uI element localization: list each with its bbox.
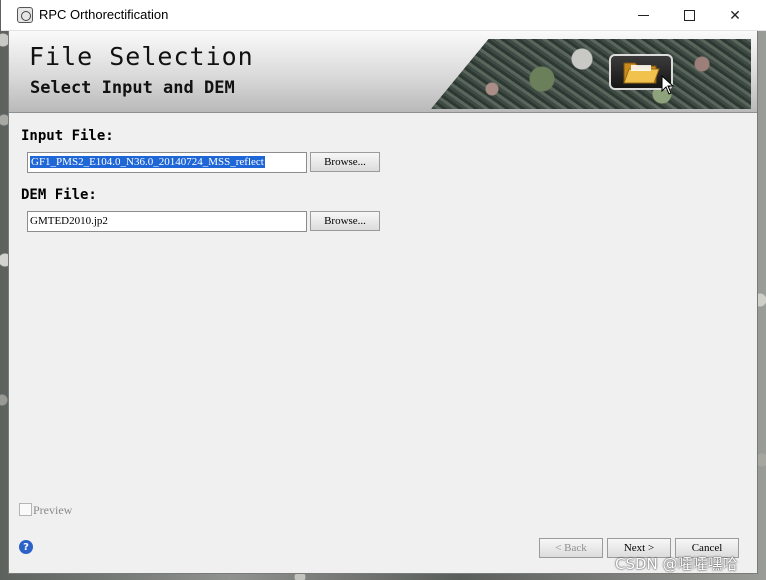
- dialog-window: RPC Orthorectification ✕ File Selection …: [1, 0, 766, 574]
- cursor-icon: [661, 75, 675, 95]
- close-icon: ✕: [729, 7, 741, 24]
- input-file-value: GF1_PMS2_E104.0_N36.0_20140724_MSS_refle…: [30, 156, 265, 168]
- dem-file-value: GMTED2010.jp2: [30, 215, 108, 227]
- minimize-button[interactable]: [620, 0, 666, 31]
- banner-title: File Selection: [29, 42, 254, 71]
- satellite-image-decoration: [431, 39, 751, 109]
- preview-label: Preview: [33, 503, 73, 517]
- app-icon: [17, 7, 33, 23]
- input-browse-button[interactable]: Browse...: [310, 152, 380, 172]
- banner-subtitle: Select Input and DEM: [30, 78, 235, 98]
- close-button[interactable]: ✕: [712, 0, 758, 31]
- dem-browse-button[interactable]: Browse...: [310, 211, 380, 231]
- input-file-field[interactable]: GF1_PMS2_E104.0_N36.0_20140724_MSS_refle…: [27, 152, 307, 173]
- title-bar[interactable]: RPC Orthorectification ✕: [1, 0, 766, 31]
- header-banner: File Selection Select Input and DEM: [9, 31, 757, 113]
- input-file-label: Input File:: [21, 128, 114, 144]
- window-title: RPC Orthorectification: [39, 7, 169, 22]
- minimize-icon: [637, 15, 649, 16]
- help-icon[interactable]: ?: [19, 540, 33, 554]
- back-button[interactable]: < Back: [539, 538, 603, 558]
- maximize-icon: [683, 10, 695, 21]
- watermark-text: CSDN @嚯嚯嘿哈: [615, 555, 738, 573]
- preview-checkbox[interactable]: [19, 503, 32, 516]
- maximize-button[interactable]: [666, 0, 712, 31]
- dem-file-label: DEM File:: [21, 187, 97, 203]
- dem-file-field[interactable]: GMTED2010.jp2: [27, 211, 307, 232]
